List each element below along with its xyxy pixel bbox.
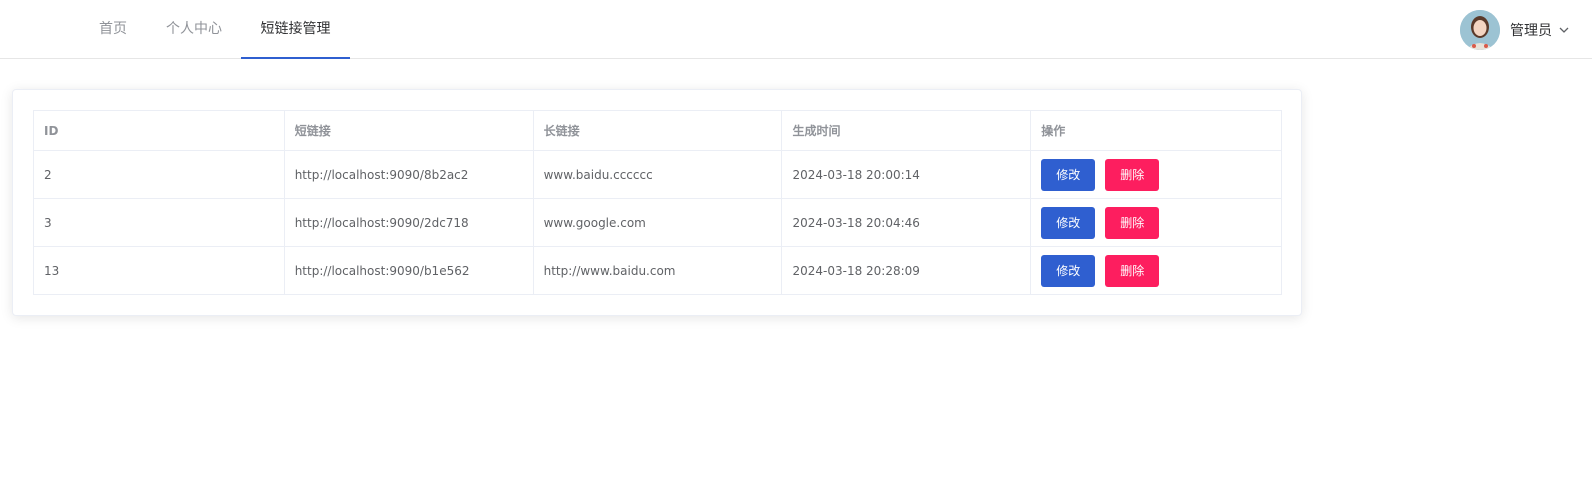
avatar[interactable] xyxy=(1460,10,1500,50)
cell-id: 3 xyxy=(33,198,285,247)
column-header-short-link: 短链接 xyxy=(283,110,534,151)
table-row: 13 http://localhost:9090/b1e562 http://w… xyxy=(33,246,1282,295)
cell-created-time: 2024-03-18 20:28:09 xyxy=(781,246,1032,295)
table-card: ID 短链接 长链接 生成时间 操作 2 http://localhost:90… xyxy=(12,89,1302,316)
delete-button[interactable]: 删除 xyxy=(1105,254,1160,287)
delete-button[interactable]: 删除 xyxy=(1105,206,1160,239)
cell-actions: 修改 删除 xyxy=(1030,150,1282,199)
column-header-id: ID xyxy=(33,110,285,151)
cell-short-link: http://localhost:9090/8b2ac2 xyxy=(283,150,534,199)
cell-created-time: 2024-03-18 20:00:14 xyxy=(781,150,1032,199)
user-name[interactable]: 管理员 xyxy=(1510,20,1552,40)
cell-short-link: http://localhost:9090/2dc718 xyxy=(283,198,534,247)
cell-short-link: http://localhost:9090/b1e562 xyxy=(283,246,534,295)
cell-id: 2 xyxy=(33,150,285,199)
nav-item-home[interactable]: 首页 xyxy=(84,0,142,58)
edit-button[interactable]: 修改 xyxy=(1041,254,1096,287)
column-header-created-time: 生成时间 xyxy=(781,110,1032,151)
user-menu[interactable]: 管理员 xyxy=(1460,9,1570,51)
delete-button[interactable]: 删除 xyxy=(1105,158,1160,191)
edit-button[interactable]: 修改 xyxy=(1041,158,1096,191)
short-links-table: ID 短链接 长链接 生成时间 操作 2 http://localhost:90… xyxy=(33,110,1282,295)
cell-long-link: http://www.baidu.com xyxy=(532,246,783,295)
column-header-actions: 操作 xyxy=(1030,110,1282,151)
edit-button[interactable]: 修改 xyxy=(1041,206,1096,239)
cell-long-link: www.google.com xyxy=(532,198,783,247)
cell-actions: 修改 删除 xyxy=(1030,198,1282,247)
table-row: 3 http://localhost:9090/2dc718 www.googl… xyxy=(33,198,1282,247)
table-header-row: ID 短链接 长链接 生成时间 操作 xyxy=(33,110,1282,151)
cell-id: 13 xyxy=(33,246,285,295)
column-header-long-link: 长链接 xyxy=(532,110,783,151)
cell-created-time: 2024-03-18 20:04:46 xyxy=(781,198,1032,247)
nav-item-profile[interactable]: 个人中心 xyxy=(154,0,234,58)
cell-actions: 修改 删除 xyxy=(1030,246,1282,295)
table-row: 2 http://localhost:9090/8b2ac2 www.baidu… xyxy=(33,150,1282,199)
nav-item-short-links[interactable]: 短链接管理 xyxy=(241,0,350,59)
top-header: 首页 个人中心 短链接管理 管理员 xyxy=(0,0,1592,59)
cell-long-link: www.baidu.cccccc xyxy=(532,150,783,199)
chevron-down-icon[interactable] xyxy=(1558,24,1570,36)
